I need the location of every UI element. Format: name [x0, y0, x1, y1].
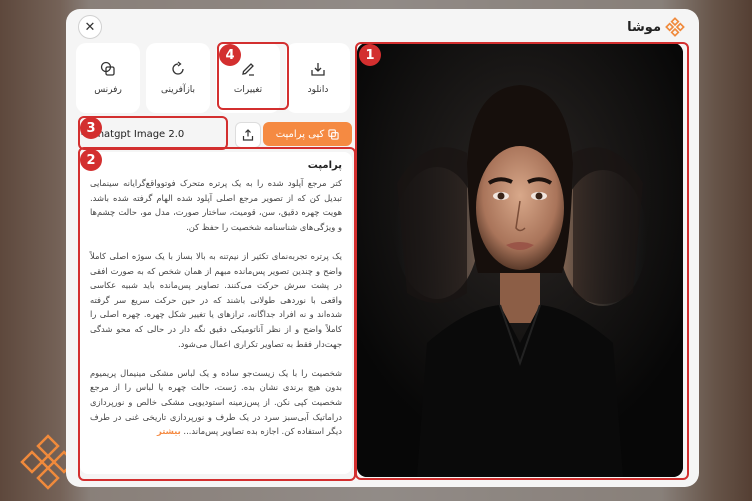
download-label: دانلود — [307, 85, 329, 95]
regenerate-button[interactable]: بازآفرینی — [146, 43, 210, 113]
annotation-badge-1: 1 — [359, 44, 381, 66]
brand: موشا — [627, 17, 685, 37]
share-button[interactable] — [235, 122, 261, 148]
copy-prompt-label: کپی پرامپت — [275, 128, 325, 140]
annotation-badge-4: 4 — [219, 44, 241, 66]
brand-name: موشا — [627, 19, 661, 35]
annotation-badge-3: 3 — [80, 117, 102, 139]
regenerate-label: بازآفرینی — [160, 85, 196, 95]
close-icon: ✕ — [84, 19, 96, 35]
regenerate-icon — [172, 61, 184, 75]
copy-icon — [328, 128, 339, 140]
annotation-box-prompt — [78, 147, 356, 481]
share-icon — [242, 129, 254, 141]
annotation-badge-2: 2 — [80, 149, 102, 171]
annotation-box-image — [355, 42, 689, 480]
close-button[interactable]: ✕ — [78, 15, 102, 39]
modal-header: ✕ موشا — [66, 9, 699, 43]
reference-label: رفرنس — [94, 85, 122, 95]
copy-prompt-button[interactable]: کپی پرامپت — [263, 122, 352, 146]
action-toolbar: رفرنس بازآفرینی تغییرات دانلود — [76, 43, 351, 113]
download-button[interactable]: دانلود — [286, 43, 350, 113]
download-icon — [311, 63, 325, 76]
reference-icon — [100, 61, 115, 76]
brand-logo-icon — [665, 17, 685, 37]
reference-button[interactable]: رفرنس — [76, 43, 140, 113]
